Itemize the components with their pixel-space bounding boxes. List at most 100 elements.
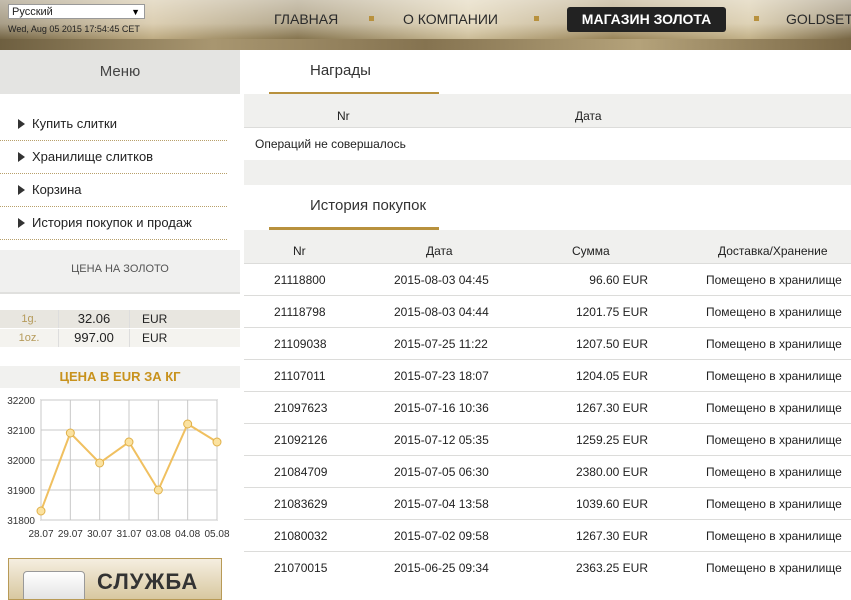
cell-nr: 21097623 (274, 401, 328, 415)
cell-sum: 1267.30 EUR (575, 529, 648, 543)
nav-separator-icon (534, 16, 539, 21)
cell-sum: 1259.25 EUR (575, 433, 648, 447)
cell-sum: 2380.00 EUR (575, 465, 648, 479)
server-datetime: Wed, Aug 05 2015 17:54:45 CET (8, 24, 140, 34)
x-tick-label: 28.07 (28, 529, 53, 540)
table-row: 21092126 2015-07-12 05:35 1259.25 EUR Помещ… (244, 423, 851, 456)
triangle-right-icon (18, 119, 25, 129)
column-header: Доставка/Хранение (718, 244, 828, 258)
sidebar-item-buy-bars[interactable]: Купить слитки (0, 108, 227, 141)
data-point (124, 437, 134, 447)
x-tick-label: 03.08 (146, 529, 171, 540)
sidebar-item-label: Корзина (32, 182, 82, 197)
table-row: 21083629 2015-07-04 13:58 1039.60 EUR Помещ… (244, 487, 851, 520)
nav-gold-shop[interactable]: МАГАЗИН ЗОЛОТА (567, 7, 726, 32)
cell-date: 2015-07-12 05:35 (394, 433, 489, 447)
cell-delivery: Помещено в хранилище (706, 465, 842, 479)
sidebar-item-cart[interactable]: Корзина (0, 174, 227, 207)
cell-sum: 2363.25 EUR (575, 561, 648, 575)
cell-date: 2015-08-03 04:45 (394, 273, 489, 287)
data-point (212, 437, 222, 447)
cell-delivery: Помещено в хранилище (706, 529, 842, 543)
table-row: 21080032 2015-07-02 09:58 1267.30 EUR Помещ… (244, 519, 851, 552)
cell-date: 2015-07-02 09:58 (394, 529, 489, 543)
tab-history-label: История покупок (310, 197, 427, 214)
column-header: Дата (426, 244, 453, 258)
table-row: 21070015 2015-06-25 09:34 2363.25 EUR Помещ… (244, 551, 851, 584)
cell-sum: 96.60 EUR (589, 273, 648, 287)
cell-sum: 1201.75 EUR (575, 305, 648, 319)
sidebar: Меню Купить слитки Хранилище слитков Кор… (0, 50, 240, 600)
nav-home[interactable]: ГЛАВНАЯ (274, 11, 338, 27)
cell-date: 2015-06-25 09:34 (394, 561, 489, 575)
price-value: 32.06 (58, 310, 130, 328)
x-tick-label: 31.07 (116, 529, 141, 540)
price-currency: EUR (142, 331, 168, 345)
column-header: Дата (575, 109, 602, 123)
gold-price-title: ЦЕНА НА ЗОЛОТО (0, 250, 240, 294)
history-table-header: Nr Дата Сумма Доставка/Хранение (244, 230, 851, 263)
cell-date: 2015-07-04 13:58 (394, 497, 489, 511)
column-header: Nr (337, 109, 350, 123)
nav-goldset[interactable]: GOLDSET (786, 11, 851, 27)
triangle-right-icon (18, 218, 25, 228)
menu-title: Меню (0, 50, 240, 94)
column-header: Nr (293, 244, 306, 258)
sidebar-item-label: Купить слитки (32, 116, 117, 131)
service-banner-text: СЛУЖБА (97, 569, 199, 594)
language-select[interactable]: Русский ▼ (8, 4, 145, 19)
cell-date: 2015-07-25 11:22 (394, 337, 488, 351)
cell-nr: 21070015 (274, 561, 328, 575)
tab-purchase-history[interactable]: История покупок (269, 185, 439, 230)
data-point (153, 485, 163, 495)
sidebar-item-vault[interactable]: Хранилище слитков (0, 141, 227, 174)
service-banner[interactable]: СЛУЖБА (8, 558, 222, 600)
x-tick-label: 29.07 (58, 529, 83, 540)
table-row: 21097623 2015-07-16 10:36 1267.30 EUR Помещ… (244, 391, 851, 424)
cell-sum: 1039.60 EUR (575, 497, 648, 511)
section-spacer (244, 160, 851, 185)
x-tick-label: 30.07 (87, 529, 112, 540)
table-row: 21107011 2015-07-23 18:07 1204.05 EUR Помещ… (244, 359, 851, 392)
price-row-gram: 1g. 32.06 EUR (0, 310, 240, 328)
nav-about[interactable]: О КОМПАНИИ (403, 11, 498, 27)
cell-delivery: Помещено в хранилище (706, 561, 842, 575)
y-tick-label: 32200 (7, 396, 35, 407)
cell-sum: 1267.30 EUR (575, 401, 648, 415)
table-row: 21109038 2015-07-25 11:22 1207.50 EUR Помещ… (244, 327, 851, 360)
awards-empty-row: Операций не совершалось (244, 127, 851, 160)
cell-delivery: Помещено в хранилище (706, 305, 842, 319)
sidebar-item-label: История покупок и продаж (32, 215, 192, 230)
cell-nr: 21084709 (274, 465, 328, 479)
table-row: 21118800 2015-08-03 04:45 96.60 EUR Помещен… (244, 263, 851, 296)
x-tick-label: 05.08 (204, 529, 229, 540)
cell-delivery: Помещено в хранилище (706, 369, 842, 383)
price-unit: 1oz. (18, 332, 40, 344)
nav-separator-icon (369, 16, 374, 21)
cell-delivery: Помещено в хранилище (706, 497, 842, 511)
tab-awards[interactable]: Награды (269, 50, 439, 95)
sidebar-item-history[interactable]: История покупок и продаж (0, 207, 227, 240)
price-unit: 1g. (21, 313, 37, 325)
price-currency: EUR (142, 312, 168, 326)
cell-date: 2015-08-03 04:44 (394, 305, 489, 319)
y-tick-label: 32100 (7, 426, 35, 437)
y-tick-label: 32000 (7, 456, 35, 467)
awards-table-header: Nr Дата (244, 94, 851, 127)
empty-message: Операций не совершалось (255, 137, 406, 151)
language-select-value: Русский (12, 6, 53, 18)
header-decor-strip (0, 39, 851, 50)
cell-date: 2015-07-05 06:30 (394, 465, 489, 479)
sidebar-item-label: Хранилище слитков (32, 149, 154, 164)
price-value: 997.00 (58, 329, 130, 347)
cell-nr: 21109038 (274, 337, 327, 351)
table-row: 21084709 2015-07-05 06:30 2380.00 EUR Помещ… (244, 455, 851, 488)
table-row: 21118798 2015-08-03 04:44 1201.75 EUR Помещ… (244, 295, 851, 328)
triangle-right-icon (18, 185, 25, 195)
phone-icon (23, 571, 85, 599)
main-content: Награды Nr Дата Операций не совершалось … (244, 50, 851, 582)
tab-awards-label: Награды (310, 62, 371, 79)
cell-delivery: Помещено в хранилище (706, 401, 842, 415)
cell-sum: 1204.05 EUR (575, 369, 648, 383)
cell-nr: 21083629 (274, 497, 328, 511)
